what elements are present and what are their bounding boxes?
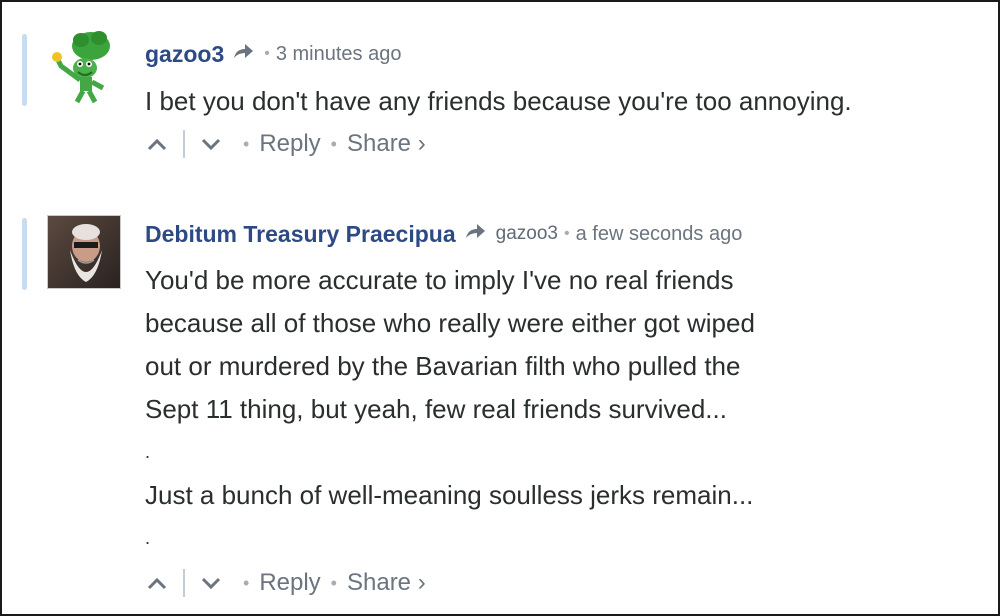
comment-text-line: You'd be more accurate to imply I've no …: [145, 265, 734, 295]
comment-text-line: .: [145, 442, 151, 462]
avatar[interactable]: [47, 215, 121, 289]
action-separator: •: [243, 572, 250, 593]
comment-actions: • Reply • Share ›: [145, 567, 426, 599]
thread-indicator: [22, 218, 27, 290]
action-separator: •: [330, 572, 337, 593]
comment-body: I bet you don't have any friends because…: [145, 80, 852, 123]
comment-thread: gazoo3 • 3 minutes ago I bet you don't h…: [0, 0, 1000, 616]
thread-indicator: [22, 34, 27, 106]
comment-text-line: Sept 11 thing, but yeah, few real friend…: [145, 394, 727, 424]
vote-divider: [183, 130, 185, 158]
author-name[interactable]: gazoo3: [145, 41, 224, 68]
reply-button[interactable]: Reply: [259, 569, 320, 597]
comment-text-line: Just a bunch of well-meaning soulless je…: [145, 480, 754, 510]
comment-meta: gazoo3 • 3 minutes ago: [145, 39, 401, 69]
comment-text-line: I bet you don't have any friends because…: [145, 86, 852, 116]
comment-text-line: .: [145, 528, 151, 548]
comment-text-line: out or murdered by the Bavarian filth wh…: [145, 351, 741, 381]
downvote-icon[interactable]: [199, 132, 223, 156]
comment-text-line: because all of those who really were eit…: [145, 308, 755, 338]
comment-meta: Debitum Treasury Praecipua gazoo3 • a fe…: [145, 219, 742, 249]
upvote-icon[interactable]: [145, 571, 169, 595]
upvote-icon[interactable]: [145, 132, 169, 156]
share-button[interactable]: Share ›: [347, 569, 426, 597]
action-separator: •: [330, 133, 337, 154]
author-name[interactable]: Debitum Treasury Praecipua: [145, 221, 456, 248]
downvote-icon[interactable]: [199, 571, 223, 595]
vote-divider: [183, 569, 185, 597]
reply-arrow-icon: [464, 223, 486, 246]
reply-arrow-icon: [232, 43, 254, 66]
meta-separator: •: [264, 45, 270, 62]
comment-actions: • Reply • Share ›: [145, 128, 426, 160]
timestamp[interactable]: 3 minutes ago: [276, 43, 402, 66]
share-button[interactable]: Share ›: [347, 130, 426, 158]
meta-separator: •: [563, 225, 570, 242]
reply-to-user[interactable]: gazoo3: [496, 223, 558, 245]
comment-body: You'd be more accurate to imply I've no …: [145, 259, 755, 560]
reply-button[interactable]: Reply: [259, 130, 320, 158]
timestamp[interactable]: a few seconds ago: [576, 223, 743, 246]
action-separator: •: [243, 133, 250, 154]
avatar[interactable]: [47, 30, 121, 104]
